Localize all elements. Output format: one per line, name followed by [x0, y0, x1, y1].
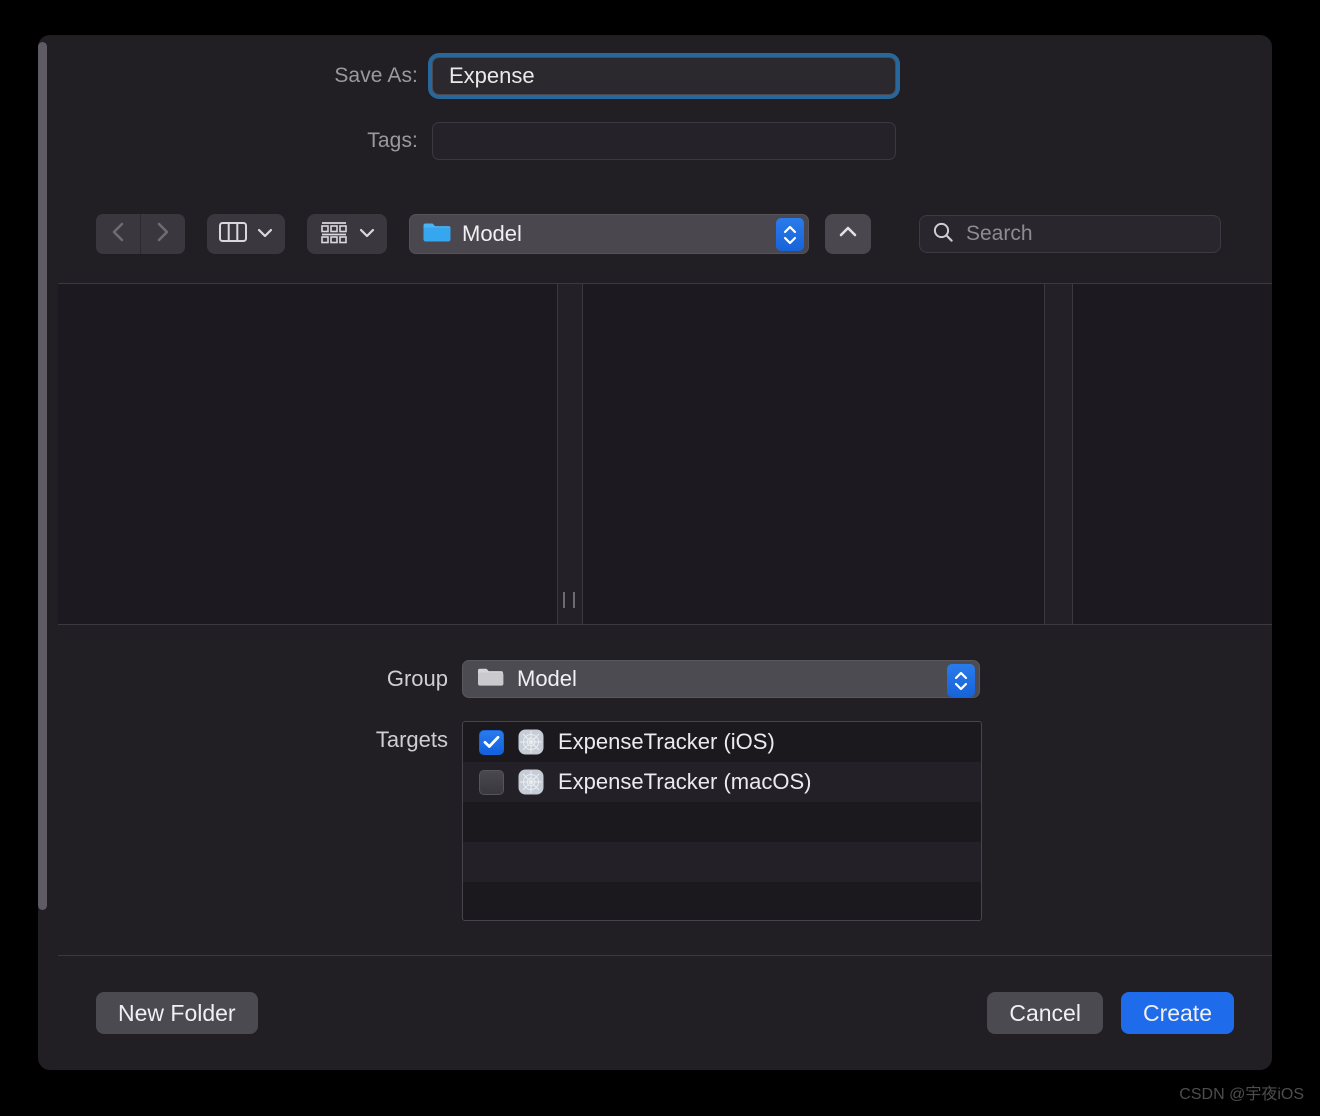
- window-scrollbar-thumb[interactable]: [38, 42, 47, 910]
- table-row[interactable]: ExpenseTracker (macOS): [463, 762, 981, 802]
- browser-column-gap-2: [1044, 284, 1072, 624]
- go-up-button[interactable]: [825, 214, 871, 254]
- group-label: Group: [386, 666, 448, 691]
- path-popup-button[interactable]: Model: [409, 214, 809, 254]
- back-button[interactable]: [96, 214, 140, 254]
- browser-column-gap-1: [557, 284, 582, 624]
- column-view-icon: [219, 221, 247, 248]
- table-row-empty: [463, 882, 981, 920]
- save-as-row: Save As:: [38, 57, 1272, 95]
- chevron-up-icon: [838, 225, 858, 243]
- targets-list[interactable]: ExpenseTracker (iOS) ExpenseTracker (mac…: [462, 721, 982, 921]
- targets-label: Targets: [375, 727, 448, 752]
- target-app-icon: [518, 769, 544, 795]
- path-popup-label: Model: [462, 221, 522, 246]
- group-row: Group Model: [38, 660, 1272, 698]
- cancel-button[interactable]: Cancel: [987, 992, 1103, 1034]
- create-button[interactable]: Create: [1120, 992, 1234, 1034]
- watermark: CSDN @宇夜iOS: [1179, 1086, 1304, 1103]
- targets-row: Targets ExpenseTracker (iOS) ExpenseTrac…: [38, 721, 1272, 921]
- search-input[interactable]: [964, 221, 1239, 247]
- tags-label: Tags:: [367, 129, 418, 152]
- table-row-empty: [463, 802, 981, 842]
- table-row[interactable]: ExpenseTracker (iOS): [463, 722, 981, 762]
- gallery-view-icon: [319, 220, 349, 249]
- browser-column-divider-2[interactable]: [582, 284, 583, 624]
- group-stepper[interactable]: [947, 664, 975, 697]
- browser-toolbar: Model: [38, 203, 1272, 265]
- dialog-footer: New Folder Cancel Create: [58, 955, 1272, 1070]
- browser-column-divider-3[interactable]: [1044, 284, 1045, 624]
- forward-button[interactable]: [140, 214, 185, 254]
- save-as-field-wrap[interactable]: [432, 57, 896, 95]
- gallery-view-button[interactable]: [307, 214, 387, 254]
- browser-resize-grip[interactable]: [563, 592, 575, 608]
- new-folder-button[interactable]: New Folder: [96, 992, 258, 1034]
- group-popup-button[interactable]: Model: [462, 660, 980, 698]
- browser-column-divider-1[interactable]: [557, 284, 558, 624]
- save-as-label: Save As:: [334, 64, 418, 87]
- tags-row: Tags:: [38, 122, 1272, 160]
- file-browser[interactable]: [58, 283, 1272, 625]
- nav-segmented-control: [96, 214, 185, 254]
- chevron-down-icon: [359, 225, 375, 243]
- target-checkbox[interactable]: [479, 769, 504, 795]
- browser-column-divider-4[interactable]: [1072, 284, 1073, 624]
- save-as-input[interactable]: [433, 58, 895, 94]
- group-popup-value: Model: [517, 666, 577, 691]
- target-app-icon: [518, 729, 544, 755]
- tags-field-wrap[interactable]: [432, 122, 896, 160]
- chevron-right-icon: [156, 221, 170, 248]
- target-name: ExpenseTracker (macOS): [558, 769, 812, 794]
- target-checkbox[interactable]: [479, 729, 504, 755]
- chevron-down-icon: [257, 225, 273, 243]
- column-view-button[interactable]: [207, 214, 285, 254]
- folder-icon: [422, 220, 452, 249]
- tags-input[interactable]: [433, 123, 895, 159]
- search-icon: [932, 221, 954, 248]
- target-name: ExpenseTracker (iOS): [558, 729, 775, 754]
- save-dialog: Save As: Tags:: [38, 35, 1272, 1070]
- chevron-left-icon: [111, 221, 125, 248]
- table-row-empty: [463, 842, 981, 882]
- path-stepper[interactable]: [776, 218, 804, 251]
- screen: Save As: Tags:: [0, 0, 1320, 1116]
- folder-icon: [477, 666, 505, 693]
- search-field[interactable]: [919, 215, 1239, 253]
